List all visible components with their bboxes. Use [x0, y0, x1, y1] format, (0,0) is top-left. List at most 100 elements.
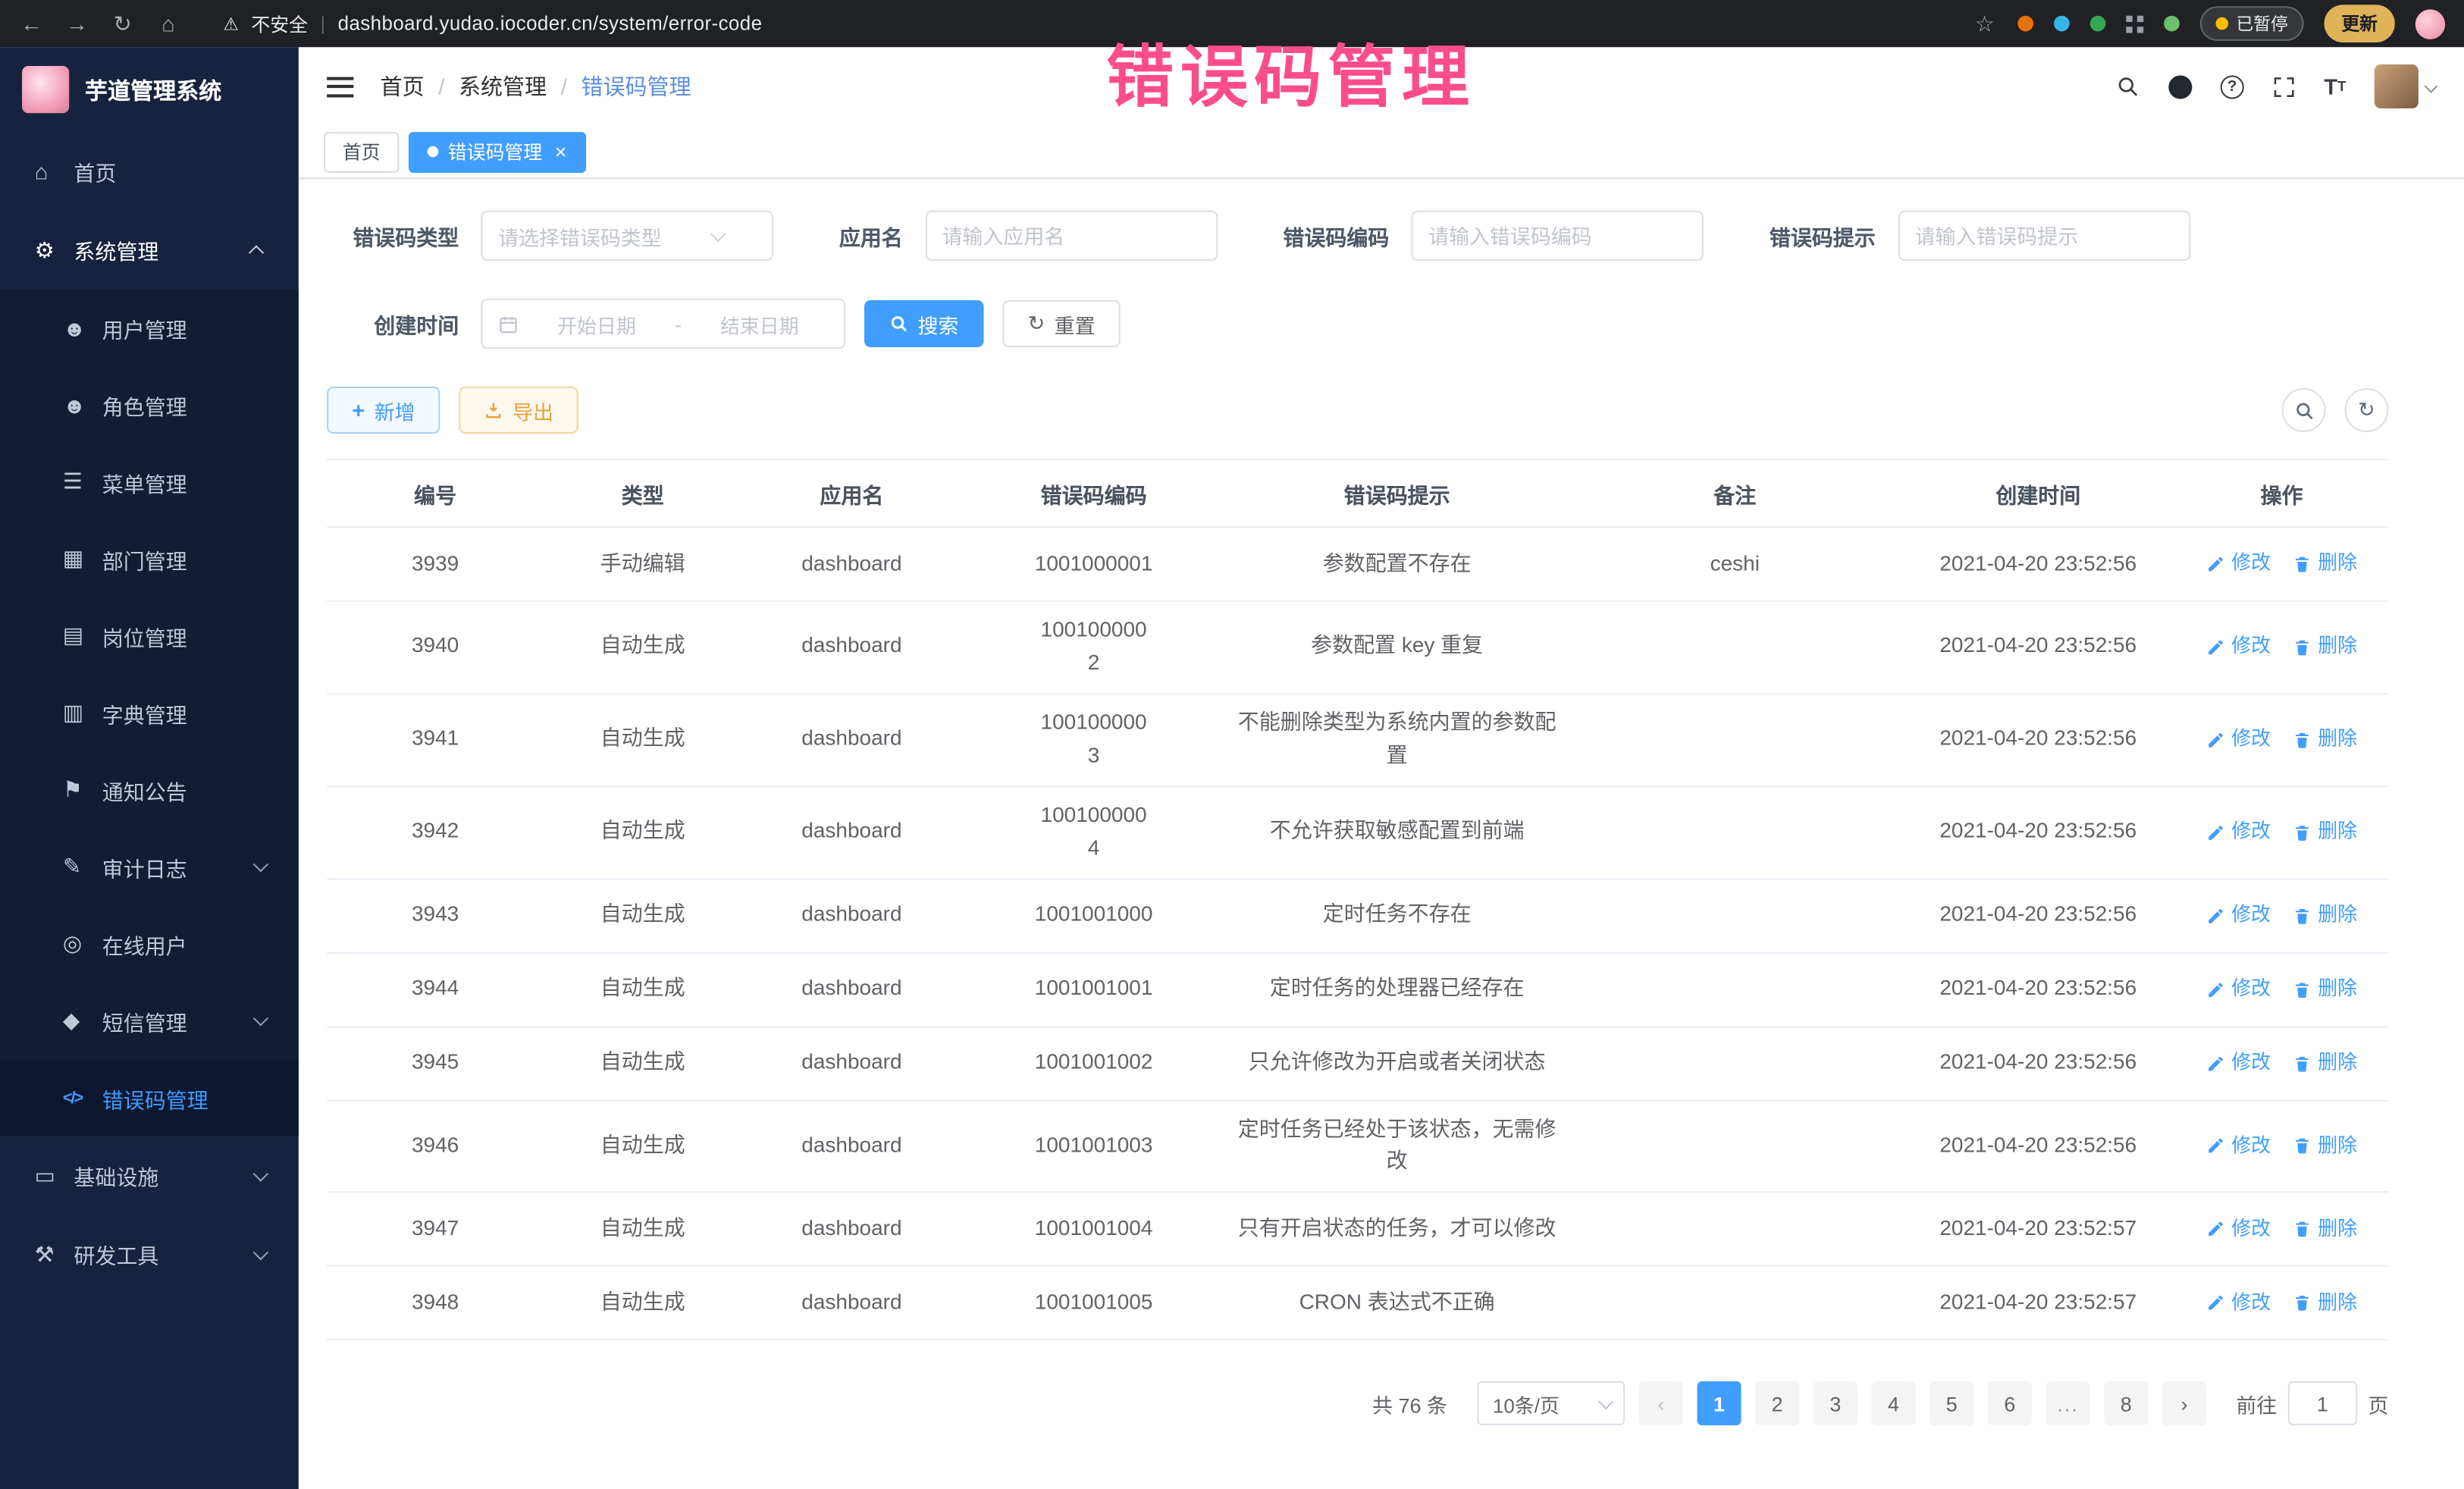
delete-button[interactable]: 删除: [2293, 817, 2357, 848]
app-name-input[interactable]: [942, 224, 1200, 247]
extension-icon[interactable]: [2090, 16, 2106, 32]
home-icon: ⌂: [35, 158, 74, 183]
sidebar-item[interactable]: ◆短信管理: [0, 982, 299, 1059]
breadcrumb-item[interactable]: 系统管理: [459, 71, 547, 102]
reset-button[interactable]: ↻ 重置: [1002, 300, 1120, 347]
edit-button[interactable]: 修改: [2206, 1288, 2271, 1318]
breadcrumb-item[interactable]: 首页: [381, 71, 425, 102]
sidebar-item[interactable]: ⚙系统管理: [0, 211, 299, 290]
pager-page-button[interactable]: 8: [2104, 1382, 2148, 1426]
update-button[interactable]: 更新: [2324, 5, 2395, 42]
sidebar-item[interactable]: ⌂首页: [0, 132, 299, 211]
export-button[interactable]: 导出: [459, 387, 579, 434]
edit-button[interactable]: 修改: [2206, 900, 2271, 930]
edit-button[interactable]: 修改: [2206, 1048, 2271, 1078]
edit-button[interactable]: 修改: [2206, 549, 2271, 579]
close-icon[interactable]: ×: [555, 142, 567, 162]
delete-button[interactable]: 删除: [2293, 549, 2357, 579]
delete-button[interactable]: 删除: [2293, 1215, 2357, 1245]
pager-more[interactable]: ...: [2046, 1382, 2090, 1426]
sidebar-item[interactable]: ⚒研发工具: [0, 1215, 299, 1293]
delete-button[interactable]: 删除: [2293, 725, 2357, 755]
extension-icon[interactable]: [2017, 16, 2033, 32]
sidebar-item[interactable]: ▦部门管理: [0, 520, 299, 597]
back-icon[interactable]: ←: [19, 11, 44, 36]
error-hint-field[interactable]: [1898, 211, 2190, 261]
cell-type: 自动生成: [544, 1034, 741, 1092]
sidebar-item[interactable]: ☻角色管理: [0, 366, 299, 444]
sidebar-item[interactable]: ◎在线用户: [0, 905, 299, 983]
date-range-picker[interactable]: 开始日期 - 结束日期: [481, 299, 845, 349]
app-name-field[interactable]: [925, 211, 1218, 261]
refresh-table-button[interactable]: ↻: [2344, 388, 2388, 432]
sidebar-item[interactable]: </>错误码管理: [0, 1059, 299, 1136]
cell-actions: 修改删除: [2175, 961, 2389, 1017]
pager-page-button[interactable]: 5: [1930, 1382, 1973, 1426]
next-page-button[interactable]: ›: [2162, 1382, 2206, 1426]
search-button[interactable]: 搜索: [864, 300, 984, 347]
error-hint-input[interactable]: [1915, 224, 2173, 247]
code-value: 1001000004: [1037, 799, 1150, 865]
delete-button[interactable]: 删除: [2293, 900, 2357, 930]
breadcrumb: 首页/系统管理/错误码管理: [381, 71, 691, 102]
edit-button[interactable]: 修改: [2206, 1215, 2271, 1245]
browser-home-icon[interactable]: ⌂: [155, 11, 180, 36]
edit-button[interactable]: 修改: [2206, 632, 2271, 663]
bookmark-star-icon[interactable]: ☆: [1972, 10, 1997, 36]
filter-hint-label: 错误码提示: [1770, 220, 1898, 251]
error-code-input[interactable]: [1428, 224, 1686, 247]
page-size-select[interactable]: 10条/页: [1477, 1382, 1625, 1426]
error-type-select[interactable]: 请选择错误码类型: [481, 211, 773, 261]
help-icon[interactable]: ?: [2221, 72, 2244, 100]
pager-page-button[interactable]: 2: [1755, 1382, 1799, 1426]
edit-button[interactable]: 修改: [2206, 817, 2271, 848]
error-code-field[interactable]: [1411, 211, 1704, 261]
extension-icon[interactable]: [2054, 16, 2070, 32]
browser-profile-avatar[interactable]: [2415, 8, 2445, 38]
add-button[interactable]: 新增: [327, 387, 440, 434]
tab-active[interactable]: 错误码管理×: [409, 131, 585, 172]
tab-item[interactable]: 首页: [324, 131, 400, 172]
delete-button[interactable]: 删除: [2293, 1131, 2357, 1161]
reload-icon[interactable]: ↻: [110, 10, 135, 36]
extension-icon[interactable]: [2126, 15, 2143, 33]
edit-button[interactable]: 修改: [2206, 725, 2271, 755]
goto-page-input[interactable]: [2288, 1382, 2357, 1426]
sidebar-item-label: 部门管理: [102, 543, 299, 574]
sidebar-item[interactable]: ☻用户管理: [0, 289, 299, 366]
github-icon[interactable]: [2168, 72, 2192, 100]
delete-button[interactable]: 删除: [2293, 1288, 2357, 1318]
fullscreen-icon[interactable]: [2272, 72, 2296, 100]
sidebar-item[interactable]: ▥字典管理: [0, 674, 299, 751]
pager-page-button[interactable]: 3: [1814, 1382, 1857, 1426]
forward-icon[interactable]: →: [64, 11, 89, 36]
show-search-button[interactable]: [2282, 388, 2326, 432]
pager-page-button[interactable]: 4: [1872, 1382, 1916, 1426]
breadcrumb-item[interactable]: 错误码管理: [581, 71, 691, 102]
sidebar-item-label: 系统管理: [74, 234, 252, 265]
search-icon[interactable]: [2115, 72, 2140, 100]
edit-button[interactable]: 修改: [2206, 974, 2271, 1005]
prev-page-button[interactable]: ‹: [1639, 1382, 1683, 1426]
sidebar-item[interactable]: ▭基础设施: [0, 1136, 299, 1215]
font-size-icon[interactable]: TT: [2324, 72, 2346, 100]
delete-button[interactable]: 删除: [2293, 632, 2357, 663]
sidebar-item[interactable]: ☰菜单管理: [0, 444, 299, 521]
pager-page-button[interactable]: 6: [1988, 1382, 2032, 1426]
delete-button[interactable]: 删除: [2293, 1048, 2357, 1078]
user-avatar[interactable]: [2375, 72, 2436, 100]
pager-page-button[interactable]: 1: [1697, 1382, 1741, 1426]
delete-button[interactable]: 删除: [2293, 974, 2357, 1005]
delete-label: 删除: [2318, 1048, 2357, 1078]
sidebar-item[interactable]: ✎审计日志: [0, 828, 299, 905]
address-bar[interactable]: ⚠ 不安全 | dashboard.yudao.iocoder.cn/syste…: [223, 10, 762, 36]
edit-button[interactable]: 修改: [2206, 1131, 2271, 1161]
paused-badge[interactable]: 已暂停: [2200, 6, 2304, 41]
hamburger-icon[interactable]: [327, 77, 353, 97]
extension-icon[interactable]: [2164, 16, 2180, 32]
cell-code: 1001000003: [961, 694, 1225, 785]
sidebar-item[interactable]: ⚑通知公告: [0, 751, 299, 829]
sidebar-item[interactable]: ▤岗位管理: [0, 597, 299, 675]
delete-icon: [2293, 1294, 2312, 1313]
table-row: 3944自动生成dashboard1001001001定时任务的处理器已经存在2…: [327, 953, 2388, 1027]
